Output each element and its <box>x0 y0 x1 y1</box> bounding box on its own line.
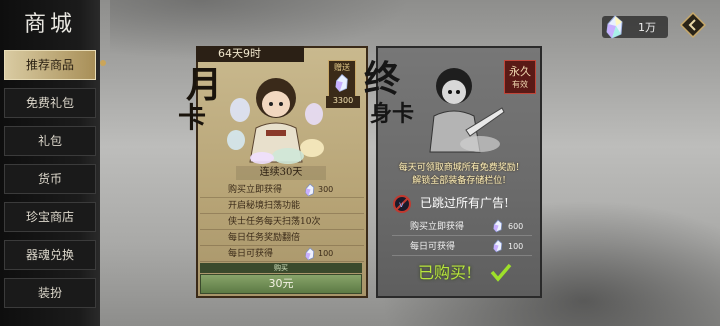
sidebar-item-treasure-shop[interactable]: 珍宝商店 <box>4 202 96 232</box>
benefit-text: 每日可获得 <box>410 242 456 252</box>
benefit-value: 100 <box>318 249 334 258</box>
currency-amount: 1万 <box>638 21 656 34</box>
currency-display[interactable]: 1万 <box>602 15 668 39</box>
crystal-gem-icon <box>335 73 348 92</box>
crystal-gem-icon <box>606 15 623 39</box>
lifetime-card-title-char: 身卡 <box>370 101 415 127</box>
sidebar-item-gift-packs[interactable]: 礼包 <box>4 126 96 156</box>
checkmark-icon <box>490 263 512 282</box>
bonus-gem-amount: 3300 <box>326 96 360 108</box>
crystal-gem-icon <box>305 183 315 197</box>
swordsman-character-illustration <box>227 78 324 164</box>
sidebar-item-recommended[interactable]: 推荐商品 <box>4 50 96 80</box>
benefit-text: 每日任务奖励翻倍 <box>228 233 301 243</box>
benefit-row: 购买立即获得 300 <box>200 182 364 198</box>
monthly-card-title-char: 卡 <box>178 101 207 134</box>
benefit-row: 侠士任务每天扫荡10次 <box>200 214 364 230</box>
benefit-text: 购买立即获得 <box>410 222 465 232</box>
benefit-value: 300 <box>318 185 334 194</box>
bonus-tag-label: 赠送 <box>334 63 350 72</box>
benefit-value: 100 <box>508 242 524 251</box>
permanent-tag-line2: 有效 <box>512 80 528 89</box>
monthly-card-duration: 连续30天 <box>236 166 326 180</box>
ads-skipped-text: 已跳过所有广告! <box>420 196 509 210</box>
shop-title: 商城 <box>23 12 76 37</box>
benefit-value: 600 <box>508 222 524 231</box>
crystal-gem-icon <box>493 219 503 233</box>
benefit-text: 购买立即获得 <box>228 185 283 195</box>
benefit-row: 购买立即获得 600 <box>392 218 532 236</box>
buy-label: 购买 <box>200 263 362 273</box>
lifetime-card-description: 每天可领取商城所有免费奖励! 解锁全部装备存储栏位! <box>384 162 534 188</box>
close-arrow-icon[interactable] <box>680 12 706 38</box>
permanent-tag: 永久 有效 <box>504 60 536 94</box>
benefit-text: 每日可获得 <box>228 249 274 259</box>
lifetime-desc-line: 解锁全部装备存储栏位! <box>412 176 506 186</box>
crystal-gem-icon <box>493 239 503 253</box>
purchased-text: 已购买! <box>418 263 473 282</box>
lifetime-desc-line: 每天可领取商城所有免费奖励! <box>398 163 520 173</box>
benefit-text: 开启秘境扫荡功能 <box>228 201 301 211</box>
benefit-text: 侠士任务每天扫荡10次 <box>228 217 321 227</box>
sidebar-item-free-gifts[interactable]: 免费礼包 <box>4 88 96 118</box>
benefit-row: 每日可获得 100 <box>200 246 364 262</box>
lifetime-card-title-char: 终 <box>364 58 401 100</box>
sidebar-item-costume[interactable]: 装扮 <box>4 278 96 308</box>
permanent-tag-line1: 永久 <box>509 65 531 78</box>
active-indicator-dot <box>100 60 106 66</box>
buy-monthly-card-button[interactable]: 30元 <box>200 274 362 294</box>
benefit-row: 每日任务奖励翻倍 <box>200 230 364 246</box>
benefit-row: 每日可获得 100 <box>392 238 532 256</box>
crystal-gem-icon <box>305 247 315 261</box>
benefit-row: 开启秘境扫荡功能 <box>200 198 364 214</box>
sidebar-item-soul-exchange[interactable]: 器魂兑换 <box>4 240 96 270</box>
swordsman-character-illustration <box>429 68 505 153</box>
sidebar-item-currency[interactable]: 货币 <box>4 164 96 194</box>
purchased-status: 已购买! <box>418 262 538 284</box>
